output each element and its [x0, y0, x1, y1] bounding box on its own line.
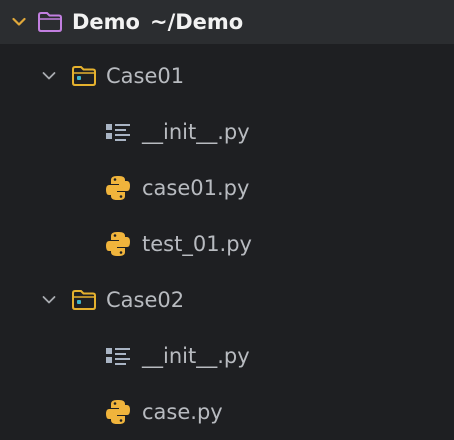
project-name: Demo — [72, 10, 140, 34]
folder-label: Case02 — [106, 288, 185, 312]
file-label: __init__.py — [142, 344, 250, 368]
project-path: ~/Demo — [149, 10, 244, 34]
folder-case02-row[interactable]: Case02 — [0, 272, 454, 328]
package-folder-icon — [70, 62, 98, 90]
file-label: __init__.py — [142, 120, 250, 144]
folder-label: Case01 — [106, 64, 185, 88]
python-icon — [104, 398, 132, 426]
init-file-icon — [104, 342, 132, 370]
project-tree: Demo ~/Demo Case01 __init__.py case01.py… — [0, 0, 454, 440]
init-file-icon — [104, 118, 132, 146]
python-icon — [104, 230, 132, 258]
file-row-test01[interactable]: test_01.py — [0, 216, 454, 272]
file-row-init[interactable]: __init__.py — [0, 104, 454, 160]
project-root-row[interactable]: Demo ~/Demo — [0, 0, 454, 44]
chevron-down-icon[interactable] — [38, 65, 60, 87]
chevron-down-icon[interactable] — [8, 11, 30, 33]
file-row-case[interactable]: case.py — [0, 384, 454, 440]
file-label: test_01.py — [142, 232, 252, 256]
python-icon — [104, 174, 132, 202]
package-folder-icon — [70, 286, 98, 314]
folder-case01-row[interactable]: Case01 — [0, 48, 454, 104]
file-label: case.py — [142, 400, 223, 424]
file-label: case01.py — [142, 176, 250, 200]
chevron-down-icon[interactable] — [38, 289, 60, 311]
file-row-init[interactable]: __init__.py — [0, 328, 454, 384]
folder-icon — [36, 8, 64, 36]
file-row-case01[interactable]: case01.py — [0, 160, 454, 216]
